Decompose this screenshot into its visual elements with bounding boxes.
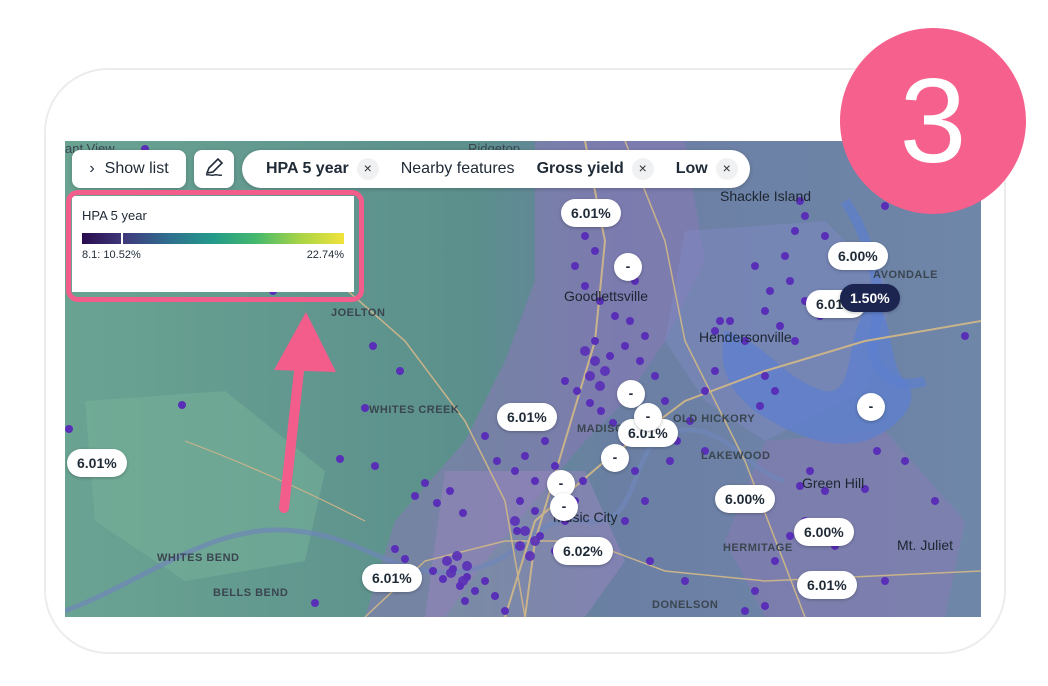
filter-chip-low[interactable]: Low × [676, 158, 738, 180]
empty-marker[interactable]: - [614, 253, 642, 281]
price-pill[interactable]: 6.01% [67, 449, 127, 477]
price-pill[interactable]: 6.02% [553, 537, 613, 565]
close-icon[interactable]: × [631, 158, 654, 180]
place-label-joelton: JOELTON [331, 307, 386, 319]
place-label-donelson: DONELSON [652, 599, 719, 611]
price-pill[interactable]: 6.00% [794, 518, 854, 546]
step-number-badge: 3 [840, 28, 1026, 214]
highlight-frame [66, 190, 364, 302]
price-pill[interactable]: 6.01% [797, 571, 857, 599]
place-label-hendersonville: Hendersonville [699, 329, 792, 345]
place-label-bells-bend: BELLS BEND [213, 587, 289, 599]
chevron-right-icon: › [89, 160, 95, 177]
price-pill[interactable]: 6.01% [497, 403, 557, 431]
place-label-whites-bend: WHITES BEND [157, 552, 240, 564]
place-label-whites-creek: WHITES CREEK [369, 404, 460, 416]
filter-chip-label: Gross yield [536, 160, 624, 177]
place-label-lakewood: LAKEWOOD [701, 450, 771, 462]
empty-marker[interactable]: - [857, 393, 885, 421]
show-list-button[interactable]: › Show list [72, 150, 186, 188]
filter-chip-label: Low [675, 160, 708, 177]
price-pill[interactable]: 6.00% [828, 242, 888, 270]
price-pill[interactable]: 6.01% [362, 564, 422, 592]
empty-marker[interactable]: - [634, 403, 662, 431]
filter-chip-nearby-features[interactable]: Nearby features [401, 160, 515, 178]
place-label-hermitage: HERMITAGE [723, 542, 793, 554]
filter-chip-label: Nearby features [400, 160, 515, 177]
price-pill[interactable]: 6.01% [561, 199, 621, 227]
place-label-mt-juliet: Mt. Juliet [897, 537, 954, 553]
filter-chip-hpa[interactable]: HPA 5 year × [266, 158, 379, 180]
price-pill-selected[interactable]: 1.50% [840, 284, 900, 312]
empty-marker[interactable]: - [601, 444, 629, 472]
close-icon[interactable]: × [356, 158, 379, 180]
pencil-draw-icon [203, 156, 225, 183]
filter-chip-bar: HPA 5 year × Nearby features Gross yield… [242, 150, 750, 188]
place-label-avondale: AVONDALE [873, 269, 938, 281]
price-pill[interactable]: 6.00% [715, 485, 775, 513]
place-label-green-hill: Green Hill [802, 475, 865, 491]
place-label-shackle-island: Shackle Island [720, 188, 812, 204]
empty-marker[interactable]: - [550, 493, 578, 521]
filter-chip-gross-yield[interactable]: Gross yield × [537, 158, 654, 180]
close-icon[interactable]: × [715, 158, 738, 180]
show-list-label: Show list [104, 160, 169, 177]
place-label-old-hickory: OLD HICKORY [673, 413, 756, 425]
draw-tool-button[interactable] [194, 150, 234, 188]
filter-chip-label: HPA 5 year [266, 160, 349, 177]
place-label-goodlettsville: Goodlettsville [564, 288, 649, 304]
